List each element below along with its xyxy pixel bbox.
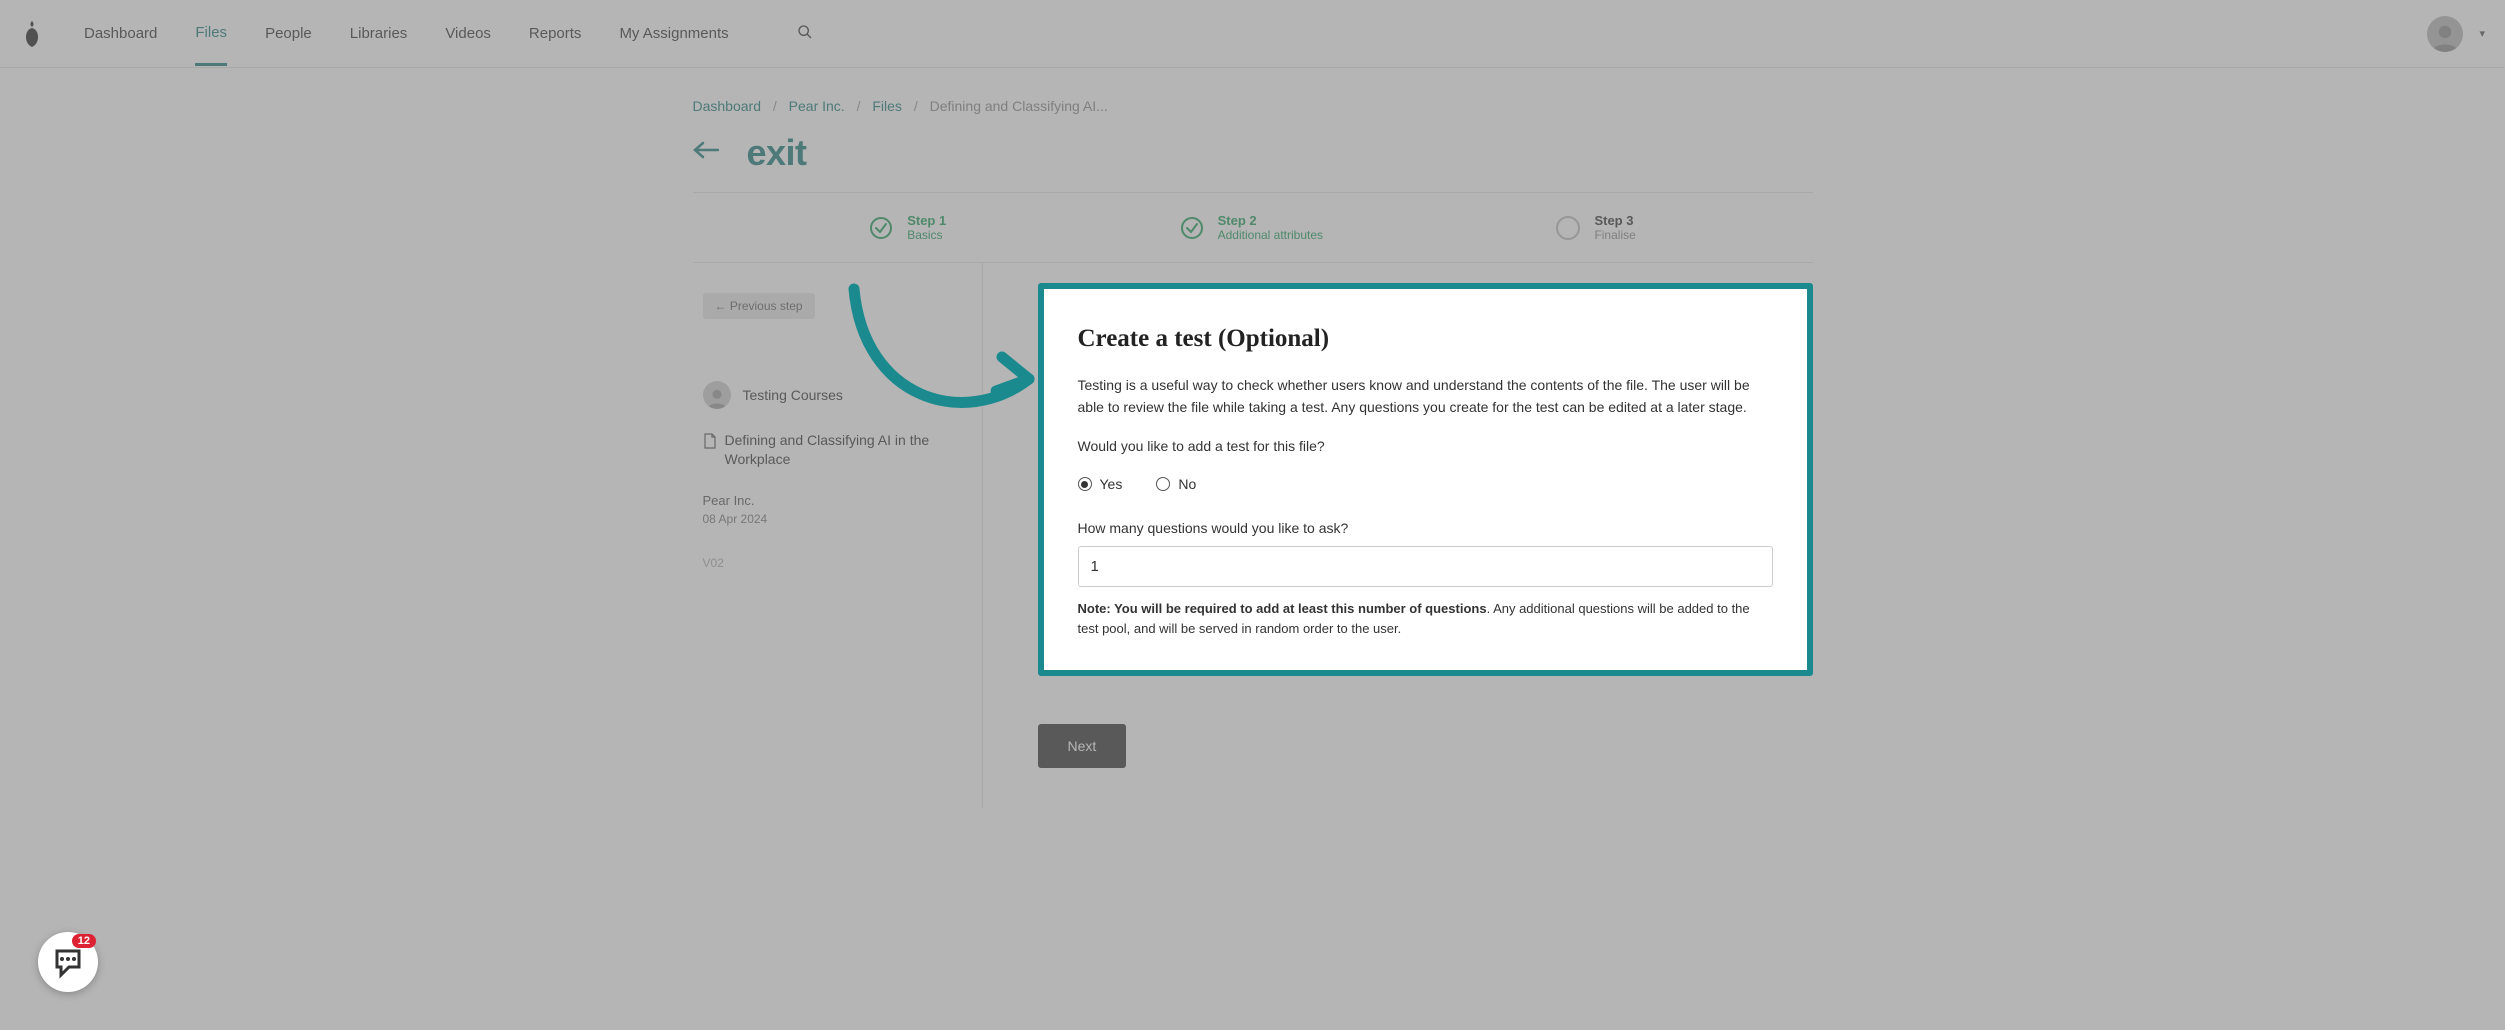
user-menu[interactable]: ▾ xyxy=(2427,16,2485,52)
pending-circle-icon xyxy=(1556,216,1580,240)
breadcrumb-separator: / xyxy=(773,98,777,114)
step-title: Step 3 xyxy=(1594,213,1635,228)
nav-item-dashboard[interactable]: Dashboard xyxy=(84,3,157,64)
back-arrow-icon[interactable] xyxy=(693,141,719,165)
nav-item-videos[interactable]: Videos xyxy=(445,3,491,64)
step-subtitle: Basics xyxy=(907,228,946,242)
breadcrumb-separator: / xyxy=(857,98,861,114)
radio-group-add-test: Yes No xyxy=(1078,476,1773,492)
help-badge-count: 12 xyxy=(72,934,96,948)
radio-no[interactable]: No xyxy=(1156,476,1196,492)
org-name: Pear Inc. xyxy=(703,493,972,508)
exit-row: exit xyxy=(693,132,1813,174)
step-title: Step 1 xyxy=(907,213,946,228)
check-circle-icon xyxy=(869,216,893,240)
step-1[interactable]: Step 1 Basics xyxy=(869,213,946,242)
document-icon xyxy=(703,433,717,452)
wizard-stepper: Step 1 Basics Step 2 Additional attribut… xyxy=(693,193,1813,263)
radio-label: Yes xyxy=(1100,476,1123,492)
card-intro-text: Testing is a useful way to check whether… xyxy=(1078,375,1773,418)
avatar-icon xyxy=(2427,16,2463,52)
top-nav-bar: Dashboard Files People Libraries Videos … xyxy=(0,0,2505,68)
nav-item-reports[interactable]: Reports xyxy=(529,3,582,64)
form-panel: Create a test (Optional) Testing is a us… xyxy=(983,263,1813,808)
note-strong: Note: You will be required to add at lea… xyxy=(1078,601,1487,616)
radio-icon xyxy=(1156,477,1170,491)
exit-title[interactable]: exit xyxy=(747,132,807,174)
step-subtitle: Additional attributes xyxy=(1218,228,1323,242)
help-chat-icon xyxy=(51,945,85,979)
main-nav: Dashboard Files People Libraries Videos … xyxy=(84,2,813,66)
card-title: Create a test (Optional) xyxy=(1078,325,1773,353)
breadcrumb: Dashboard / Pear Inc. / Files / Defining… xyxy=(693,98,1813,114)
create-test-card: Create a test (Optional) Testing is a us… xyxy=(1038,283,1813,676)
nav-item-files[interactable]: Files xyxy=(195,2,227,66)
step-subtitle: Finalise xyxy=(1594,228,1635,242)
radio-icon xyxy=(1078,477,1092,491)
previous-step-button[interactable]: ← Previous step xyxy=(703,293,815,319)
card-question-prompt: Would you like to add a test for this fi… xyxy=(1078,436,1773,458)
author-avatar-icon xyxy=(703,381,731,409)
radio-yes[interactable]: Yes xyxy=(1078,476,1123,492)
breadcrumb-org[interactable]: Pear Inc. xyxy=(789,98,845,114)
nav-item-people[interactable]: People xyxy=(265,3,312,64)
question-count-input[interactable] xyxy=(1078,546,1773,587)
nav-item-libraries[interactable]: Libraries xyxy=(350,3,408,64)
app-logo-icon xyxy=(20,19,44,49)
breadcrumb-separator: / xyxy=(914,98,918,114)
step-3[interactable]: Step 3 Finalise xyxy=(1556,213,1635,242)
nav-item-my-assignments[interactable]: My Assignments xyxy=(619,3,728,64)
question-count-label: How many questions would you like to ask… xyxy=(1078,520,1773,536)
check-circle-icon xyxy=(1180,216,1204,240)
step-2[interactable]: Step 2 Additional attributes xyxy=(1180,213,1323,242)
search-icon[interactable] xyxy=(797,24,813,43)
radio-label: No xyxy=(1178,476,1196,492)
next-button[interactable]: Next xyxy=(1038,724,1127,768)
doc-version: V02 xyxy=(703,556,972,570)
doc-date: 08 Apr 2024 xyxy=(703,512,972,526)
note-text: Note: You will be required to add at lea… xyxy=(1078,599,1773,638)
breadcrumb-dashboard[interactable]: Dashboard xyxy=(693,98,762,114)
breadcrumb-current: Defining and Classifying AI... xyxy=(930,98,1108,114)
wizard-body: ← Previous step Testing Courses Defining… xyxy=(693,263,1813,808)
content-wrap: Dashboard / Pear Inc. / Files / Defining… xyxy=(693,68,1813,808)
callout-arrow-icon xyxy=(824,279,1054,449)
breadcrumb-files[interactable]: Files xyxy=(872,98,902,114)
step-title: Step 2 xyxy=(1218,213,1323,228)
chevron-down-icon: ▾ xyxy=(2479,27,2485,40)
help-bubble-button[interactable]: 12 xyxy=(38,932,98,992)
